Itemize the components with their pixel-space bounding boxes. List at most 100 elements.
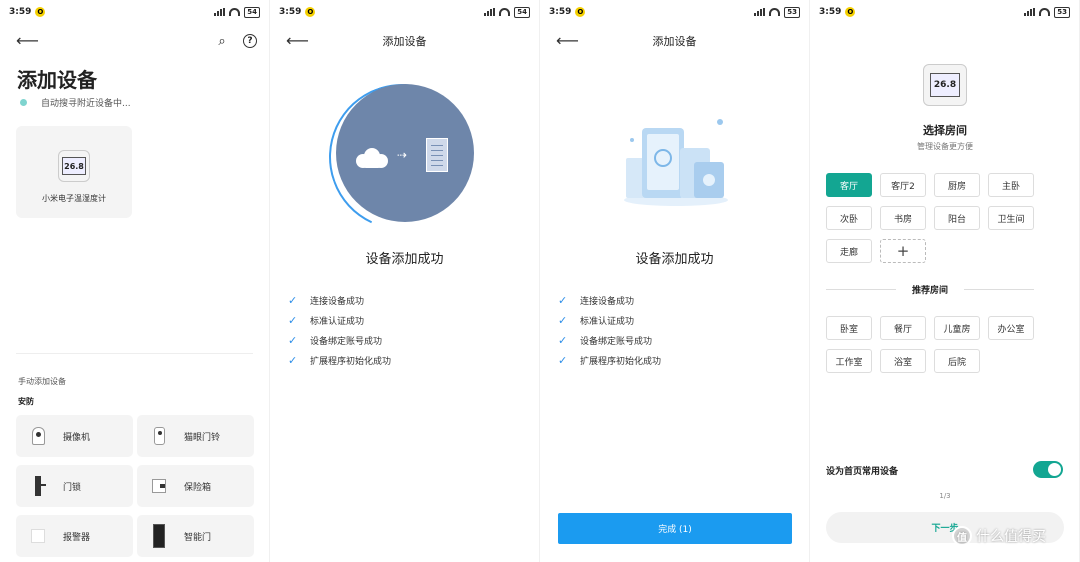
page-title: 添加设备 [17,68,97,92]
recommended-room-chip[interactable]: 后院 [934,349,980,373]
battery-icon: 53 [1054,6,1070,18]
step-list: ✓ 连接设备成功 ✓ 标准认证成功 ✓ 设备绑定账号成功 ✓ 扩展程序初始化成功 [558,290,661,370]
recommended-room-chip[interactable]: 卧室 [826,316,872,340]
back-arrow-icon[interactable]: ⟵ [286,32,309,50]
category-smart-door[interactable]: 智能门 [137,515,254,557]
nav-title: 添加设备 [382,35,427,48]
notification-icon: O [575,7,586,17]
step-item: ✓ 标准认证成功 [288,310,391,330]
manual-add-label: 手动添加设备 [18,377,66,386]
toggle-knob [1048,463,1061,476]
category-camera[interactable]: 摄像机 [16,415,133,457]
check-icon: ✓ [288,313,298,327]
battery-icon: 54 [244,6,260,18]
camera-icon [31,427,45,445]
signal-icon [484,8,496,16]
wifi-icon [769,8,781,16]
category-label: 保险箱 [184,482,212,493]
room-chip-bathroom[interactable]: 卫生间 [988,206,1034,230]
success-title: 设备添加成功 [635,252,714,267]
check-icon: ✓ [288,353,298,367]
screen-add-device-scan: 3:59 O 54 ⟵ ⌕ ? 添加设备 自动搜寻附近设备中... 26.8 小… [0,0,270,562]
signal-icon [214,8,226,16]
devices-illustration [624,119,728,206]
check-icon: ✓ [558,333,568,347]
help-icon[interactable]: ? [241,32,259,50]
room-chip-hallway[interactable]: 走廊 [826,239,872,263]
wifi-icon [1039,8,1051,16]
watermark-text: 什么值得买 [976,529,1046,545]
step-item: ✓ 扩展程序初始化成功 [558,350,661,370]
status-bar: 3:59 O 54 [0,0,269,24]
watermark: 值 什么值得买 [952,526,1046,546]
room-chip-master-bedroom[interactable]: 主卧 [988,173,1034,197]
transfer-arrow-icon: ⇢ [397,148,408,162]
step-item: ✓ 扩展程序初始化成功 [288,350,391,370]
success-title: 设备添加成功 [365,252,444,267]
recommended-room-chip[interactable]: 餐厅 [880,316,926,340]
battery-icon: 53 [784,6,800,18]
step-label: 设备绑定账号成功 [310,336,383,347]
divider [16,353,253,354]
status-bar: 3:59 O 53 [540,0,809,24]
notification-icon: O [305,7,316,17]
category-peephole-doorbell[interactable]: 猫眼门铃 [137,415,254,457]
recommended-room-chip[interactable]: 工作室 [826,349,872,373]
add-room-button[interactable]: + [880,239,926,263]
status-bar: 3:59 O 54 [270,0,539,24]
category-label: 摄像机 [63,432,91,443]
category-label: 猫眼门铃 [184,432,221,443]
nav-bar: ⟵ 添加设备 [540,30,809,52]
back-arrow-icon[interactable]: ⟵ [556,32,579,50]
step-item: ✓ 标准认证成功 [558,310,661,330]
room-chip-study[interactable]: 书房 [880,206,926,230]
room-chip-living-room-2[interactable]: 客厅2 [880,173,926,197]
status-time: 3:59 [549,7,572,17]
alarm-icon [31,529,45,543]
signal-icon [1024,8,1036,16]
notification-icon: O [35,7,46,17]
status-time: 3:59 [279,7,302,17]
found-device-card[interactable]: 26.8 小米电子温湿度计 [16,126,132,218]
done-button[interactable]: 完成 (1) [558,513,792,544]
step-item: ✓ 设备绑定账号成功 [288,330,391,350]
wifi-icon [499,8,511,16]
cloud-icon [356,146,388,168]
signal-icon [754,8,766,16]
step-label: 连接设备成功 [580,296,635,307]
screen-add-success-done: 3:59 O 53 ⟵ 添加设备 设备添加成功 ✓ 连接设备成功 ✓ 标准认证成功 … [540,0,810,562]
status-time: 3:59 [9,7,32,17]
step-item: ✓ 连接设备成功 [558,290,661,310]
step-label: 标准认证成功 [310,316,365,327]
check-icon: ✓ [558,293,568,307]
room-title: 选择房间 [923,124,967,137]
document-icon [426,138,448,172]
scanning-text: 自动搜寻附近设备中... [41,99,131,109]
step-label: 扩展程序初始化成功 [310,356,392,367]
scanning-dot-icon [20,99,27,106]
smart-door-icon [153,524,165,548]
safe-icon [152,479,166,493]
step-list: ✓ 连接设备成功 ✓ 标准认证成功 ✓ 设备绑定账号成功 ✓ 扩展程序初始化成功 [288,290,391,370]
room-chip-second-bedroom[interactable]: 次卧 [826,206,872,230]
room-chip-kitchen[interactable]: 厨房 [934,173,980,197]
room-chip-balcony[interactable]: 阳台 [934,206,980,230]
recommended-room-chip[interactable]: 儿童房 [934,316,980,340]
recommended-rooms-label: 推荐房间 [826,283,1034,296]
watermark-logo: 值 [952,526,972,546]
category-alarm[interactable]: 报警器 [16,515,133,557]
step-item: ✓ 设备绑定账号成功 [558,330,661,350]
step-item: ✓ 连接设备成功 [288,290,391,310]
step-label: 标准认证成功 [580,316,635,327]
back-arrow-icon[interactable]: ⟵ [16,32,39,50]
category-safe[interactable]: 保险箱 [137,465,254,507]
thermometer-display: 26.8 [62,157,86,175]
recommended-room-chip[interactable]: 办公室 [988,316,1034,340]
category-door-lock[interactable]: 门锁 [16,465,133,507]
recommended-room-chip[interactable]: 浴室 [880,349,926,373]
room-chip-living-room[interactable]: 客厅 [826,173,872,197]
search-icon[interactable]: ⌕ [213,32,231,50]
door-lock-icon [35,476,46,496]
check-icon: ✓ [558,353,568,367]
favorite-toggle[interactable] [1033,461,1063,478]
